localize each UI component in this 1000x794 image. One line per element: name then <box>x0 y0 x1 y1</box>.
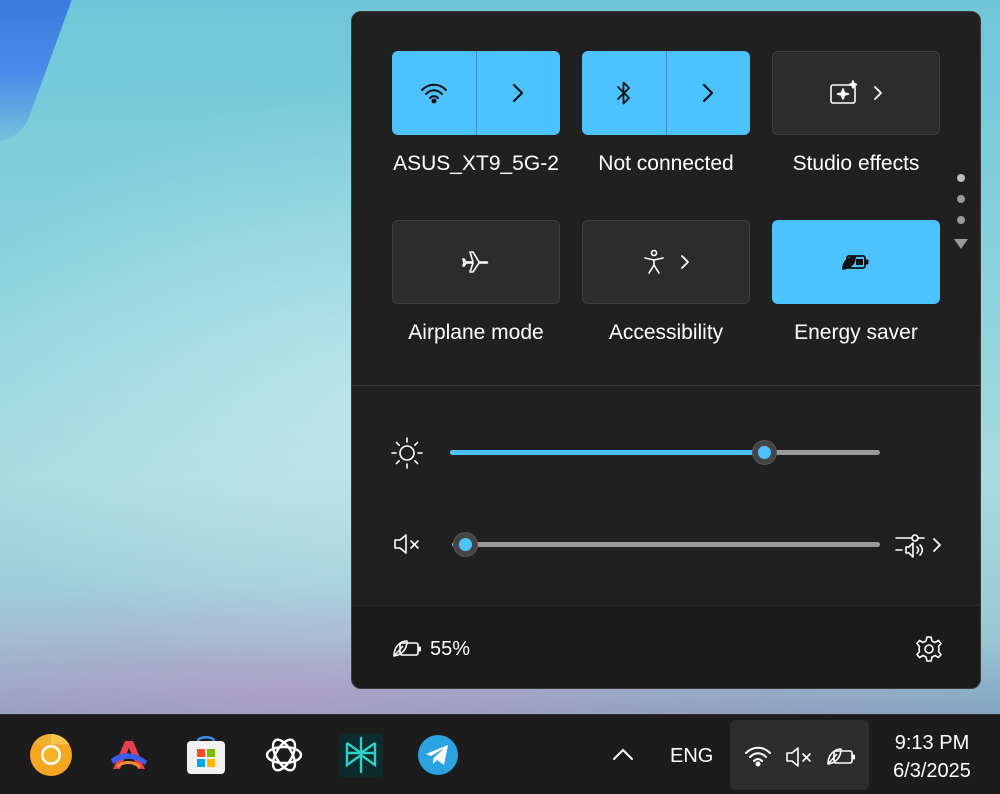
chrome-canary-icon[interactable] <box>29 733 73 777</box>
quick-settings-panel: ASUS_XT9_5G-2 Not connected Studio effec… <box>351 11 981 689</box>
battery-button[interactable]: 55% <box>392 632 512 666</box>
perplexity-icon[interactable] <box>339 733 383 777</box>
input-language-indicator[interactable]: ENG <box>670 745 713 768</box>
chevron-right-icon <box>681 255 689 269</box>
battery-percent: 55% <box>430 638 471 660</box>
wifi-icon <box>420 83 447 104</box>
airplane-mode-label: Airplane mode <box>408 321 544 344</box>
page-indicator[interactable] <box>952 172 970 262</box>
panel-divider <box>352 385 980 386</box>
brightness-slider-fill <box>450 450 764 455</box>
airplane-icon <box>462 251 489 273</box>
volume-slider-thumb[interactable] <box>453 532 478 557</box>
chevron-right-icon <box>513 83 524 103</box>
studio-effects-label: Studio effects <box>792 152 920 175</box>
battery-leaf-icon <box>393 640 421 657</box>
bluetooth-icon <box>616 81 630 105</box>
accessibility-label: Accessibility <box>608 321 724 344</box>
bluetooth-expand-button[interactable] <box>665 51 751 135</box>
clock[interactable]: 9:13 PM 6/3/2025 <box>880 729 984 785</box>
accessibility-tile[interactable] <box>582 220 750 304</box>
clock-time: 9:13 PM <box>894 732 970 754</box>
volume-muted-icon[interactable] <box>392 532 424 556</box>
studio-effects-icon <box>830 80 858 104</box>
wifi-label: ASUS_XT9_5G-2 <box>393 152 559 175</box>
energy-saver-icon <box>842 255 869 270</box>
page-dot-3[interactable] <box>957 216 965 224</box>
brightness-slider[interactable] <box>450 440 880 465</box>
volume-muted-icon <box>786 747 811 767</box>
page-down-arrow-icon[interactable] <box>953 238 969 250</box>
chevron-right-icon <box>703 83 714 103</box>
arc-browser-icon[interactable] <box>107 733 151 777</box>
sound-output-button[interactable] <box>894 530 946 560</box>
telegram-icon[interactable] <box>416 733 460 777</box>
brightness-icon <box>391 437 423 469</box>
wifi-toggle[interactable] <box>392 51 476 135</box>
gear-icon[interactable] <box>915 635 943 663</box>
page-dot-2[interactable] <box>957 195 965 203</box>
chevron-right-icon <box>874 86 882 100</box>
chevron-right-icon <box>933 538 941 552</box>
airplane-mode-tile[interactable] <box>392 220 560 304</box>
wifi-expand-button[interactable] <box>475 51 561 135</box>
volume-slider[interactable] <box>452 532 880 557</box>
wifi-icon <box>745 746 771 767</box>
show-hidden-icons-chevron[interactable] <box>612 747 634 761</box>
bluetooth-tile[interactable] <box>582 51 750 135</box>
chatgpt-icon[interactable] <box>262 733 306 777</box>
microsoft-store-icon[interactable] <box>184 733 228 777</box>
wifi-tile[interactable] <box>392 51 560 135</box>
system-tray-status-group[interactable] <box>730 720 869 790</box>
brightness-slider-thumb[interactable] <box>752 440 777 465</box>
panel-footer: 55% <box>352 605 980 688</box>
accessibility-icon <box>644 249 664 274</box>
energy-saver-label: Energy saver <box>794 321 918 344</box>
energy-saver-tile[interactable] <box>772 220 940 304</box>
battery-leaf-icon <box>827 748 855 765</box>
clock-date: 6/3/2025 <box>893 760 971 782</box>
sound-output-icon <box>895 534 925 558</box>
page-dot-1[interactable] <box>957 174 965 182</box>
bluetooth-toggle[interactable] <box>582 51 666 135</box>
bluetooth-label: Not connected <box>598 152 734 175</box>
studio-effects-tile[interactable] <box>772 51 940 135</box>
taskbar: ENG 9:13 PM 6/3/2025 <box>0 714 1000 794</box>
